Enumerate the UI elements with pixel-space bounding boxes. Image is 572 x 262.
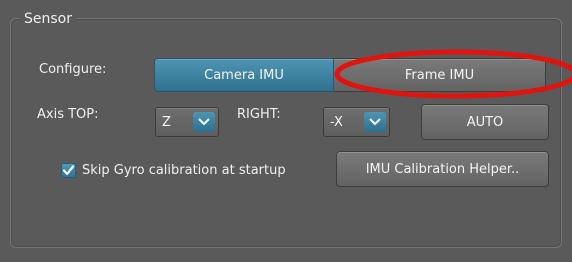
chevron-down-icon[interactable] [193, 112, 215, 132]
right-label: RIGHT: [237, 107, 281, 122]
axis-top-value: Z [162, 114, 171, 130]
skip-gyro-checkbox[interactable] [61, 163, 76, 178]
axis-right-value: -X [330, 114, 343, 130]
axis-top-label: Axis TOP: [37, 107, 99, 122]
checkmark-icon [62, 165, 75, 176]
axis-top-select[interactable]: Z [155, 107, 219, 137]
camera-imu-button[interactable]: Camera IMU [154, 58, 334, 92]
frame-imu-button[interactable]: Frame IMU [334, 58, 546, 92]
skip-gyro-label[interactable]: Skip Gyro calibration at startup [82, 163, 286, 178]
chevron-down-icon[interactable] [364, 112, 386, 132]
axis-right-select[interactable]: -X [323, 107, 390, 137]
configure-label: Configure: [39, 62, 107, 77]
sensor-group-title: Sensor [19, 11, 77, 27]
imu-calibration-helper-button[interactable]: IMU Calibration Helper.. [336, 151, 549, 187]
auto-button[interactable]: AUTO [421, 104, 549, 140]
